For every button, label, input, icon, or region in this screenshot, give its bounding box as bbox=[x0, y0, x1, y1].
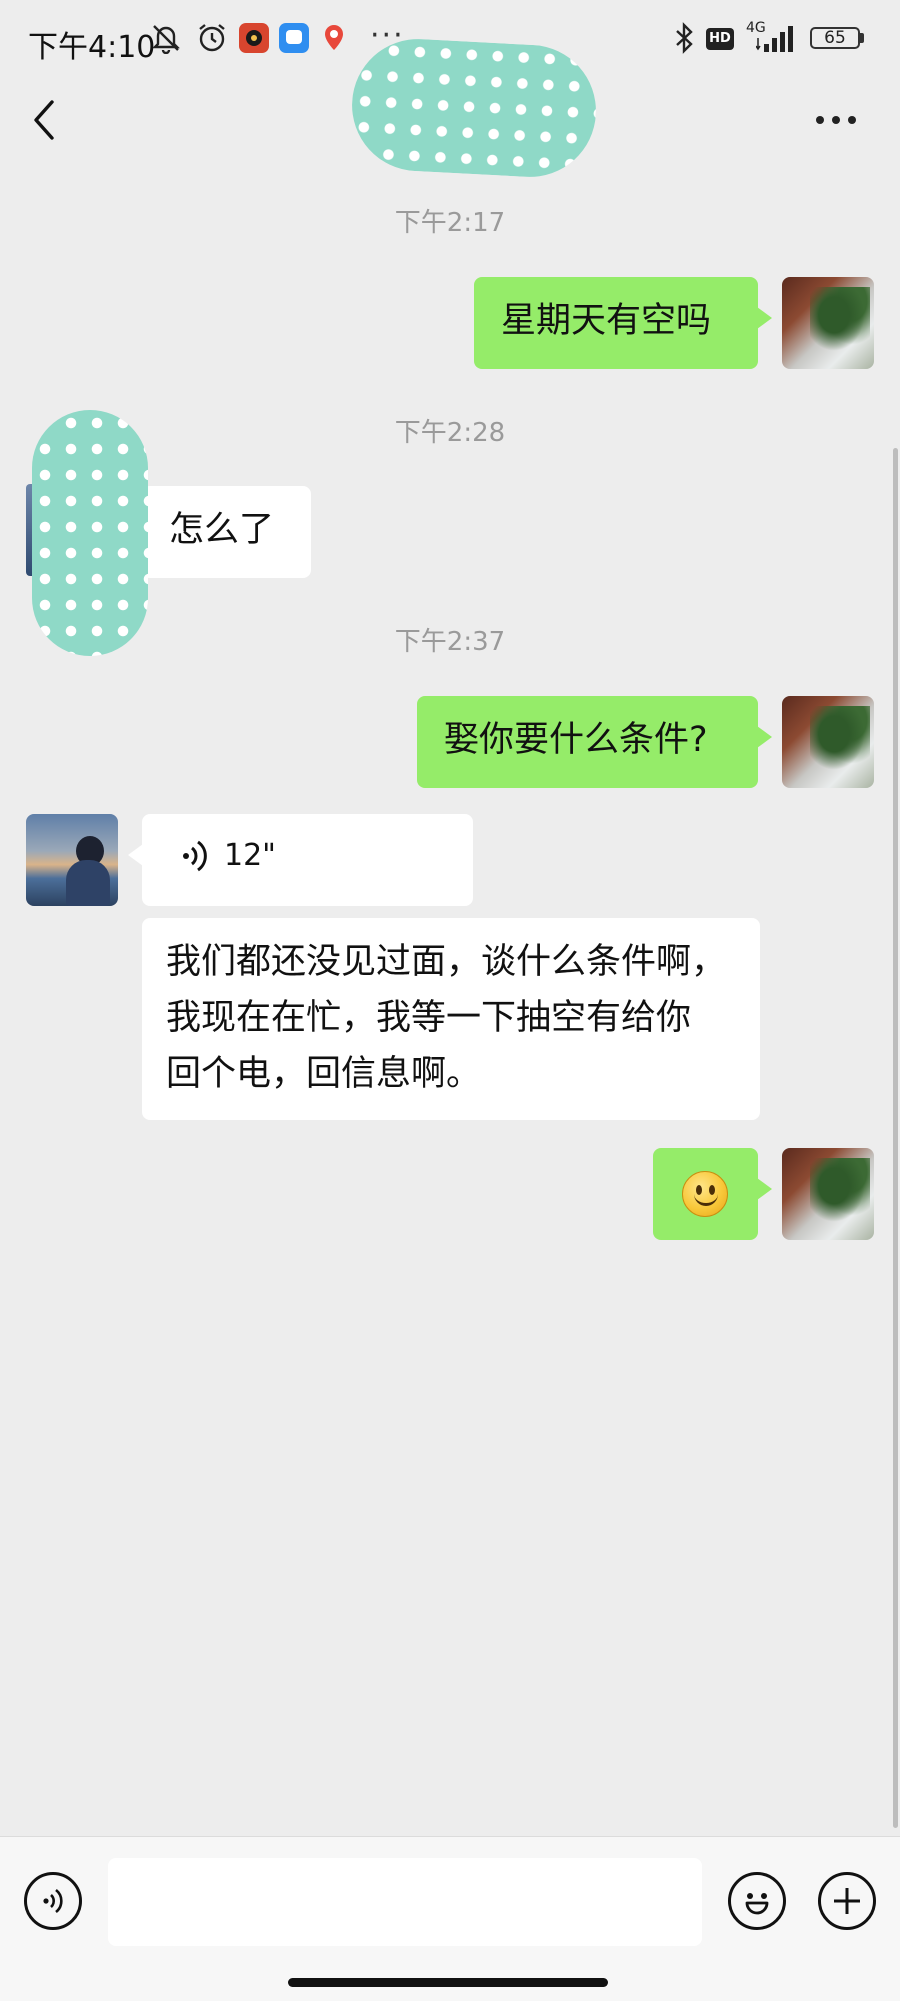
status-time: 下午4:10 bbox=[28, 30, 156, 65]
bluetooth-icon bbox=[676, 22, 693, 54]
message-bubble-other[interactable]: 怎么了 bbox=[142, 486, 311, 578]
bell-muted-icon bbox=[152, 25, 180, 54]
home-indicator[interactable] bbox=[288, 1978, 608, 1987]
message-timestamp: 下午2:17 bbox=[394, 208, 506, 238]
voice-mode-button[interactable] bbox=[24, 1872, 82, 1930]
self-avatar[interactable] bbox=[782, 1148, 874, 1240]
smiley-emoji-icon bbox=[682, 1171, 728, 1217]
back-button[interactable] bbox=[20, 90, 70, 150]
contact-avatar-redacted bbox=[32, 410, 148, 656]
contact-name-redacted bbox=[348, 35, 600, 181]
location-pin-icon bbox=[325, 25, 343, 50]
emoji-button[interactable] bbox=[728, 1872, 786, 1930]
voice-mode-icon bbox=[43, 1888, 63, 1914]
emoji-icon bbox=[745, 1893, 769, 1915]
plus-icon bbox=[834, 1888, 860, 1914]
voice-wave-icon bbox=[183, 840, 207, 872]
message-timestamp: 下午2:37 bbox=[394, 627, 506, 657]
contact-avatar[interactable] bbox=[26, 814, 118, 906]
self-avatar[interactable] bbox=[782, 696, 874, 788]
message-bubble-other[interactable]: 我们都还没见过面，谈什么条件啊， 我现在在忙，我等一下抽空有给你 回个电，回信息… bbox=[142, 918, 760, 1120]
chat-scrollbar[interactable] bbox=[893, 448, 898, 1828]
more-options-button[interactable] bbox=[808, 100, 864, 140]
message-bubble-self[interactable]: 星期天有空吗 bbox=[474, 277, 772, 369]
battery-indicator: 65 bbox=[810, 27, 860, 49]
voice-duration: 12" bbox=[224, 838, 276, 873]
message-bubble-self[interactable]: 娶你要什么条件? bbox=[417, 696, 772, 788]
emoji-message-bubble[interactable] bbox=[653, 1148, 772, 1240]
battery-tip bbox=[860, 33, 864, 43]
message-input[interactable] bbox=[108, 1858, 702, 1946]
chat-app-icon bbox=[279, 23, 309, 53]
self-avatar[interactable] bbox=[782, 277, 874, 369]
alarm-icon bbox=[199, 24, 225, 52]
music-app-icon bbox=[239, 23, 269, 53]
signal-icon bbox=[756, 26, 793, 52]
hd-badge: HD bbox=[706, 28, 734, 50]
more-functions-button[interactable] bbox=[818, 1872, 876, 1930]
